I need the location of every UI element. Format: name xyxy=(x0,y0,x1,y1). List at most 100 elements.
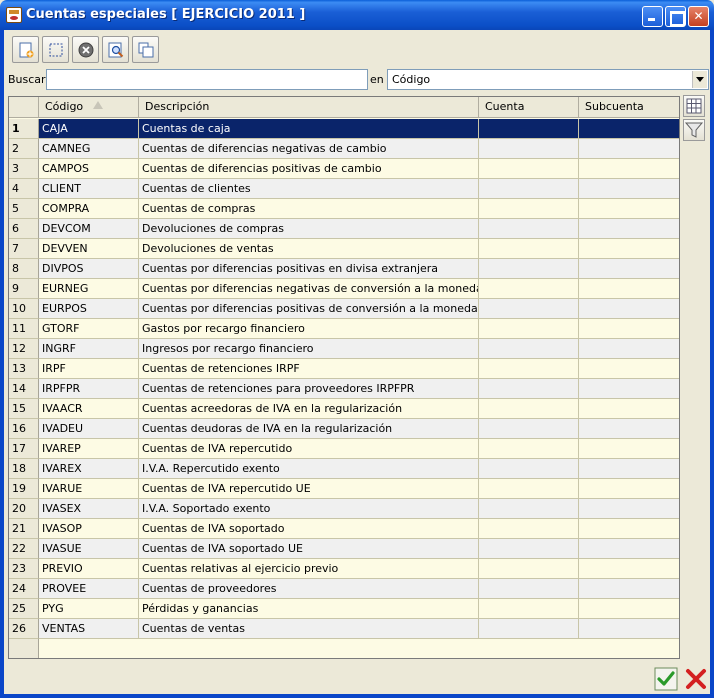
cell-subcuenta[interactable] xyxy=(579,119,679,139)
close-button[interactable]: ✕ xyxy=(688,6,709,27)
cell-cuenta[interactable] xyxy=(479,219,579,239)
cell-descripcion[interactable]: Ingresos por recargo financiero xyxy=(139,339,479,359)
cell-cuenta[interactable] xyxy=(479,279,579,299)
cell-descripcion[interactable]: Cuentas de IVA soportado UE xyxy=(139,539,479,559)
cell-codigo[interactable]: CAMNEG xyxy=(39,139,139,159)
table-row[interactable]: 17 IVAREP Cuentas de IVA repercutido xyxy=(9,439,679,459)
row-number[interactable]: 23 xyxy=(9,559,39,579)
cell-descripcion[interactable]: Cuentas de IVA repercutido UE xyxy=(139,479,479,499)
cell-cuenta[interactable] xyxy=(479,379,579,399)
cell-descripcion[interactable]: Devoluciones de compras xyxy=(139,219,479,239)
row-number[interactable]: 9 xyxy=(9,279,39,299)
search-field-select[interactable]: Código xyxy=(387,69,709,90)
cell-cuenta[interactable] xyxy=(479,399,579,419)
cell-subcuenta[interactable] xyxy=(579,179,679,199)
minimize-button[interactable] xyxy=(642,6,663,27)
cell-subcuenta[interactable] xyxy=(579,199,679,219)
row-number[interactable]: 25 xyxy=(9,599,39,619)
cell-cuenta[interactable] xyxy=(479,299,579,319)
table-row[interactable]: 1 CAJA Cuentas de caja xyxy=(9,119,679,139)
column-header-descripcion[interactable]: Descripción xyxy=(139,97,479,118)
delete-button[interactable] xyxy=(72,36,99,63)
cell-descripcion[interactable]: Pérdidas y ganancias xyxy=(139,599,479,619)
cell-codigo[interactable]: PREVIO xyxy=(39,559,139,579)
column-header-subcuenta[interactable]: Subcuenta xyxy=(579,97,679,118)
cell-codigo[interactable]: IVAACR xyxy=(39,399,139,419)
row-number[interactable]: 19 xyxy=(9,479,39,499)
cell-descripcion[interactable]: Cuentas acreedoras de IVA en la regulari… xyxy=(139,399,479,419)
table-row[interactable]: 12 INGRF Ingresos por recargo financiero xyxy=(9,339,679,359)
cell-codigo[interactable]: IVAREP xyxy=(39,439,139,459)
cell-descripcion[interactable]: Cuentas por diferencias positivas en div… xyxy=(139,259,479,279)
cell-codigo[interactable]: PROVEE xyxy=(39,579,139,599)
table-row[interactable]: 9 EURNEG Cuentas por diferencias negativas… xyxy=(9,279,679,299)
table-row[interactable]: 26 VENTAS Cuentas de ventas xyxy=(9,619,679,639)
table-row[interactable]: 14 IRPFPR Cuentas de retenciones para prov… xyxy=(9,379,679,399)
cell-codigo[interactable]: IVAREX xyxy=(39,459,139,479)
cell-cuenta[interactable] xyxy=(479,199,579,219)
row-number[interactable]: 1 xyxy=(9,119,39,139)
cell-descripcion[interactable]: Cuentas de retenciones para proveedores … xyxy=(139,379,479,399)
select-button[interactable] xyxy=(42,36,69,63)
cell-subcuenta[interactable] xyxy=(579,299,679,319)
cell-subcuenta[interactable] xyxy=(579,439,679,459)
cell-cuenta[interactable] xyxy=(479,579,579,599)
cell-cuenta[interactable] xyxy=(479,139,579,159)
cell-codigo[interactable]: EURPOS xyxy=(39,299,139,319)
cell-cuenta[interactable] xyxy=(479,359,579,379)
grid-config-button[interactable] xyxy=(683,95,705,117)
cell-codigo[interactable]: IVASUE xyxy=(39,539,139,559)
table-row[interactable]: 16 IVADEU Cuentas deudoras de IVA en la re… xyxy=(9,419,679,439)
cell-subcuenta[interactable] xyxy=(579,559,679,579)
table-row[interactable]: 3 CAMPOS Cuentas de diferencias positivas … xyxy=(9,159,679,179)
cell-descripcion[interactable]: Cuentas de IVA repercutido xyxy=(139,439,479,459)
cell-subcuenta[interactable] xyxy=(579,139,679,159)
cancel-button[interactable] xyxy=(684,667,708,691)
cell-descripcion[interactable]: Cuentas por diferencias positivas de con… xyxy=(139,299,479,319)
cell-descripcion[interactable]: Cuentas relativas al ejercicio previo xyxy=(139,559,479,579)
cell-cuenta[interactable] xyxy=(479,259,579,279)
cell-descripcion[interactable]: Cuentas de ventas xyxy=(139,619,479,639)
preview-button[interactable] xyxy=(102,36,129,63)
cell-codigo[interactable]: DEVCOM xyxy=(39,219,139,239)
search-input[interactable] xyxy=(46,69,368,90)
cell-codigo[interactable]: INGRF xyxy=(39,339,139,359)
cell-subcuenta[interactable] xyxy=(579,239,679,259)
cell-codigo[interactable]: PYG xyxy=(39,599,139,619)
accounts-grid[interactable]: Código Descripción Cuenta Subcuenta 1 CAJ… xyxy=(8,96,680,659)
row-number[interactable]: 8 xyxy=(9,259,39,279)
accept-button[interactable] xyxy=(654,667,678,691)
cell-codigo[interactable]: CLIENT xyxy=(39,179,139,199)
cell-codigo[interactable]: IVASOP xyxy=(39,519,139,539)
cell-subcuenta[interactable] xyxy=(579,319,679,339)
row-number[interactable]: 20 xyxy=(9,499,39,519)
cell-cuenta[interactable] xyxy=(479,599,579,619)
row-number[interactable]: 13 xyxy=(9,359,39,379)
cell-codigo[interactable]: EURNEG xyxy=(39,279,139,299)
cell-descripcion[interactable]: Cuentas de IVA soportado xyxy=(139,519,479,539)
table-row[interactable]: 11 GTORF Gastos por recargo financiero xyxy=(9,319,679,339)
cell-subcuenta[interactable] xyxy=(579,279,679,299)
table-row[interactable]: 25 PYG Pérdidas y ganancias xyxy=(9,599,679,619)
cell-subcuenta[interactable] xyxy=(579,579,679,599)
row-number[interactable]: 5 xyxy=(9,199,39,219)
maximize-button[interactable] xyxy=(665,6,686,27)
cell-subcuenta[interactable] xyxy=(579,539,679,559)
table-row[interactable]: 8 DIVPOS Cuentas por diferencias positivas… xyxy=(9,259,679,279)
row-number[interactable]: 11 xyxy=(9,319,39,339)
row-number[interactable]: 2 xyxy=(9,139,39,159)
copy-button[interactable] xyxy=(132,36,159,63)
table-row[interactable]: 2 CAMNEG Cuentas de diferencias negativas … xyxy=(9,139,679,159)
cell-descripcion[interactable]: Cuentas de retenciones IRPF xyxy=(139,359,479,379)
cell-codigo[interactable]: DEVVEN xyxy=(39,239,139,259)
table-row[interactable]: 20 IVASEX I.V.A. Soportado exento xyxy=(9,499,679,519)
new-button[interactable] xyxy=(12,36,39,63)
cell-codigo[interactable]: DIVPOS xyxy=(39,259,139,279)
cell-descripcion[interactable]: Cuentas de diferencias positivas de camb… xyxy=(139,159,479,179)
cell-descripcion[interactable]: Cuentas de clientes xyxy=(139,179,479,199)
cell-descripcion[interactable]: Gastos por recargo financiero xyxy=(139,319,479,339)
cell-subcuenta[interactable] xyxy=(579,159,679,179)
cell-descripcion[interactable]: I.V.A. Soportado exento xyxy=(139,499,479,519)
row-number[interactable]: 14 xyxy=(9,379,39,399)
table-row[interactable]: 13 IRPF Cuentas de retenciones IRPF xyxy=(9,359,679,379)
